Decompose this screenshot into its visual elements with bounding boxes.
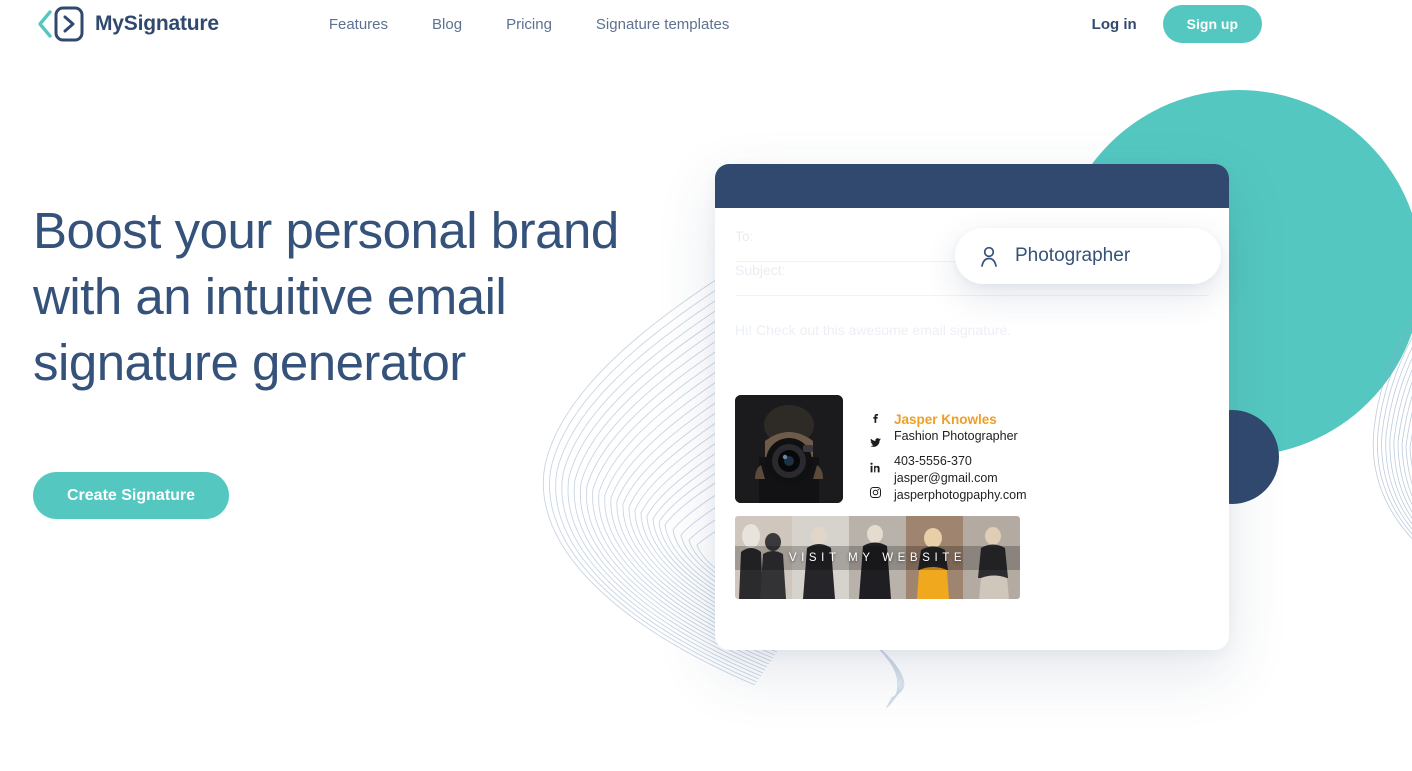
nav-link-blog[interactable]: Blog <box>432 16 462 33</box>
brand-name: MySignature <box>95 12 219 35</box>
nav-link-features[interactable]: Features <box>329 16 388 33</box>
linkedin-icon[interactable] <box>869 461 882 474</box>
nav-link-signature-templates[interactable]: Signature templates <box>596 16 729 33</box>
signup-button[interactable]: Sign up <box>1162 5 1262 43</box>
signature-banner[interactable]: VISIT MY WEBSITE <box>735 516 1020 599</box>
brand-logo[interactable]: MySignature <box>33 4 219 44</box>
signature-role: Fashion Photographer <box>894 429 1018 443</box>
email-to-label: To: <box>735 228 754 244</box>
user-icon <box>981 246 997 267</box>
twitter-icon[interactable] <box>869 436 882 449</box>
signature-name: Jasper Knowles <box>894 412 997 427</box>
signature-social-icons <box>866 395 884 499</box>
email-greeting-text: Hi! Check out this awesome email signatu… <box>735 322 1012 338</box>
signature-website[interactable]: jasperphotogpaphy.com <box>894 487 1027 504</box>
email-subject-label: Subject: <box>735 262 786 278</box>
site-header: MySignature Features Blog Pricing Signat… <box>0 0 1412 48</box>
email-window-titlebar <box>715 164 1229 208</box>
chevron-envelope-logo-icon <box>38 6 84 42</box>
signature-details: Jasper Knowles Fashion Photographer 403-… <box>894 395 1027 504</box>
signature-contacts: 403-5556-370 jasper@gmail.com jasperphot… <box>894 453 1027 504</box>
create-signature-button[interactable]: Create Signature <box>33 472 230 519</box>
signature-avatar <box>735 395 843 503</box>
login-link[interactable]: Log in <box>1092 16 1137 33</box>
hero-section: Boost your personal brand with an intuit… <box>33 198 653 519</box>
line-swirl-right-decoration <box>1372 318 1412 539</box>
signature-phone: 403-5556-370 <box>894 454 972 468</box>
role-selector-pill[interactable]: Photographer <box>955 228 1221 284</box>
photographer-portrait-icon <box>735 395 843 503</box>
page-title: Boost your personal brand with an intuit… <box>33 202 619 391</box>
signature-banner-text: VISIT MY WEBSITE <box>788 551 967 564</box>
facebook-icon[interactable] <box>869 411 882 424</box>
nav-link-pricing[interactable]: Pricing <box>506 16 552 33</box>
header-actions: Log in Sign up <box>1092 5 1262 43</box>
email-signature-block: Jasper Knowles Fashion Photographer 403-… <box>735 395 1209 599</box>
signature-email[interactable]: jasper@gmail.com <box>894 470 1027 487</box>
main-nav: Features Blog Pricing Signature template… <box>329 16 730 33</box>
role-pill-label: Photographer <box>1015 245 1131 266</box>
instagram-icon[interactable] <box>869 486 882 499</box>
signature-top-row: Jasper Knowles Fashion Photographer 403-… <box>735 395 1209 504</box>
page-root: MySignature Features Blog Pricing Signat… <box>0 0 1412 771</box>
